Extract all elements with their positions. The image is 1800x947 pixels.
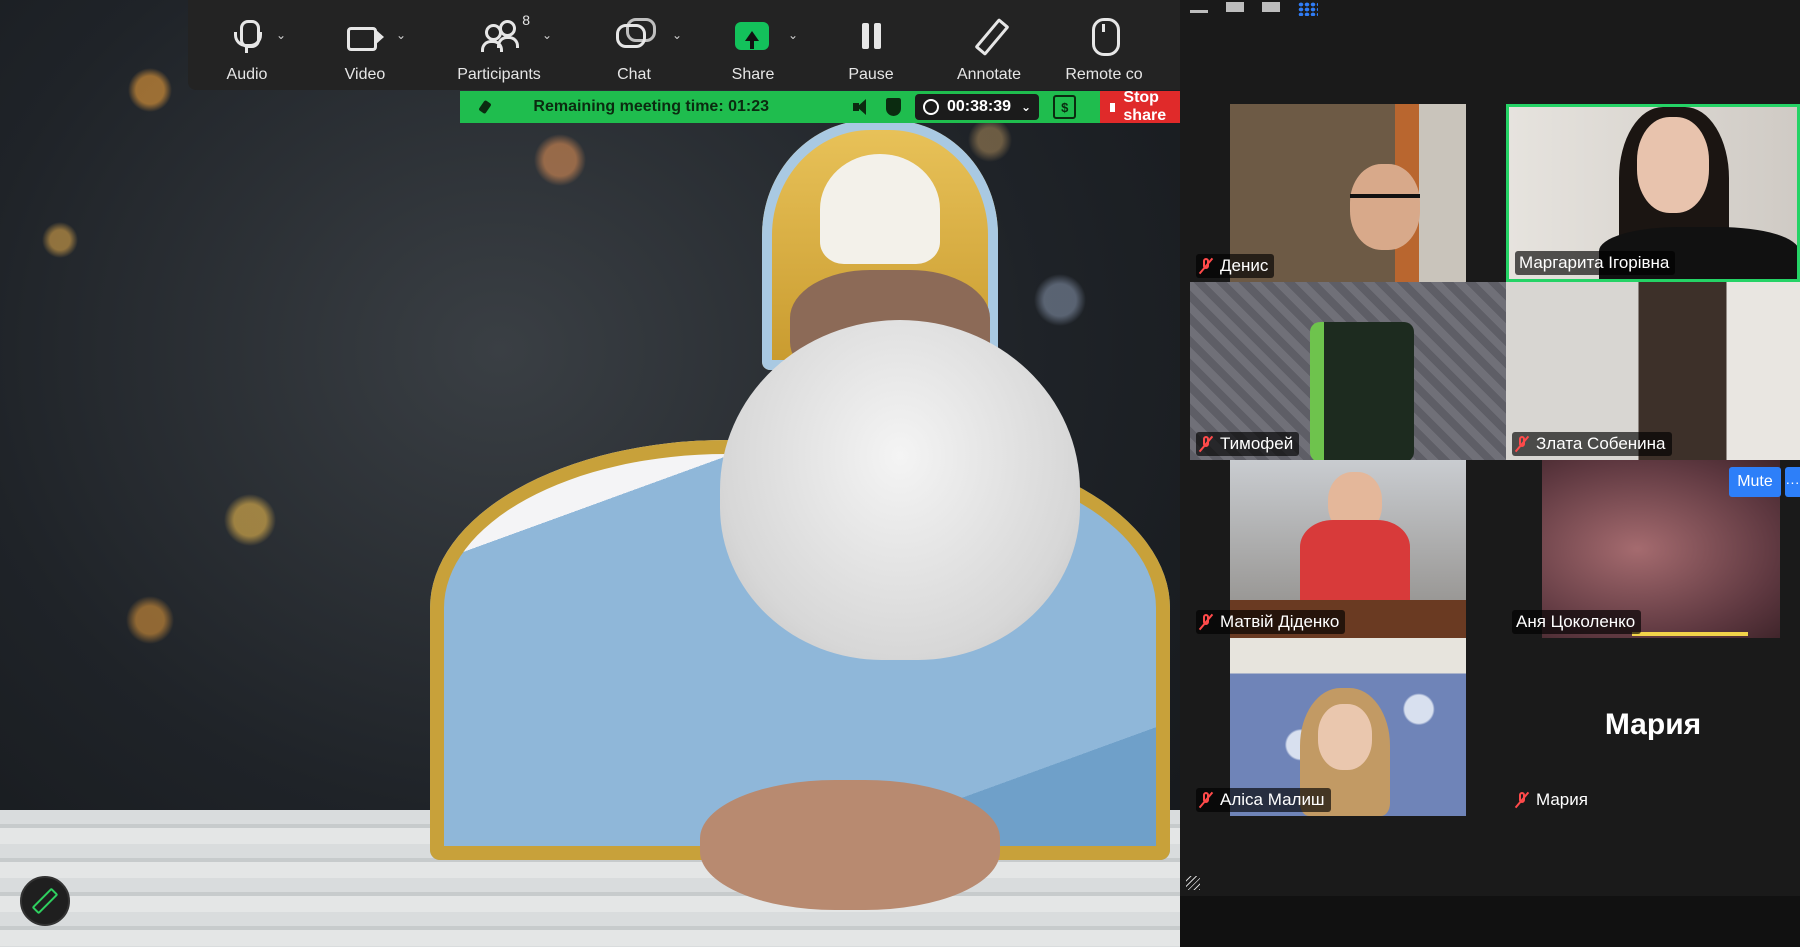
participants-count: 8 [522,12,530,28]
chat-icon [616,18,656,54]
pencil-icon [971,17,1010,57]
participant-name-label: Матвій Діденко [1196,610,1346,634]
participant-tile[interactable]: Тимофей [1190,282,1506,460]
gallery-grid-icon[interactable] [1298,2,1318,16]
dollar-icon[interactable]: $ [1053,95,1077,119]
participant-name-label: Тимофей [1196,432,1300,456]
list-view-icon[interactable] [1262,2,1280,12]
mouse-icon [1086,18,1122,56]
participants-icon [481,18,519,54]
muted-mic-icon [1200,258,1212,274]
pause-share-button[interactable]: Pause [812,0,930,90]
participant-tile[interactable]: Денис [1190,104,1506,282]
audio-label: Audio [226,66,268,83]
participant-name: Аня Цоколенко [1516,612,1636,631]
remaining-time-text: Remaining meeting time: 01:23 [533,98,770,115]
presenter-hands [700,780,1000,910]
share-label: Share [731,66,775,83]
participants-label: Participants [457,66,541,83]
presenter-beard [720,320,1080,660]
gallery-view-panel: Денис Маргарита Ігорівна Тимофей Злата С… [1180,0,1800,896]
muted-mic-icon [1200,792,1212,808]
participant-name-label: Злата Собенина [1512,432,1672,456]
stop-square-icon [1110,102,1116,112]
chat-button[interactable]: ⌄ Chat [574,0,694,90]
security-shield-icon[interactable] [885,98,901,116]
view-switcher [1190,2,1318,16]
participant-name: Денис [1220,256,1269,275]
video-button[interactable]: ⌄ Video [306,0,424,90]
share-button[interactable]: ⌄ Share [694,0,812,90]
stop-share-label: Stop share [1123,89,1167,124]
resize-handle[interactable] [1186,876,1200,890]
participant-tile[interactable]: Мария Мария [1506,638,1800,816]
audio-button[interactable]: ⌄ Audio [188,0,306,90]
participant-name-label: Маргарита Ігорівна [1515,251,1676,275]
camera-icon [347,18,384,54]
minimize-icon[interactable] [1190,10,1208,13]
muted-mic-icon [1516,436,1528,452]
participant-avatar-name: Мария [1604,708,1702,741]
mute-participant-button[interactable]: Mute [1729,467,1781,497]
pause-label: Pause [848,66,894,83]
participant-tile-active-speaker[interactable]: Маргарита Ігорівна [1506,104,1800,282]
chat-label: Chat [617,66,651,83]
muted-mic-icon [1516,792,1528,808]
single-view-icon[interactable] [1226,2,1244,12]
participant-name-label: Мария [1512,788,1594,812]
chevron-down-icon: ⌄ [1021,100,1032,114]
participant-name: Матвій Діденко [1220,612,1340,631]
meeting-status-banner: Remaining meeting time: 01:23 00:38:39 ⌄… [460,89,1180,124]
participants-button[interactable]: 8 ⌄ Participants [424,0,574,90]
clock-icon [922,99,939,115]
video-label: Video [344,66,386,83]
remote-control-button[interactable]: Remote co [1048,0,1160,90]
timer-value: 00:38:39 [946,98,1012,115]
participant-name: Злата Собенина [1536,434,1666,453]
participant-name-label: Аліса Малиш [1196,788,1331,812]
participant-name-label: Аня Цоколенко [1512,610,1642,634]
microphone-icon [229,18,265,54]
muted-mic-icon [1200,614,1212,630]
stop-share-button[interactable]: Stop share [1100,89,1180,124]
share-screen-icon [735,18,771,54]
video-options-chevron-icon[interactable]: ⌄ [396,28,406,42]
meeting-toolbar: ⌄ Audio ⌄ Video 8 ⌄ Participants ⌄ Chat … [188,0,1180,90]
audio-options-chevron-icon[interactable]: ⌄ [276,28,286,42]
muted-mic-icon [1200,436,1212,452]
participant-name-label: Денис [1196,254,1275,278]
speaking-indicator [1632,632,1748,636]
meeting-timer[interactable]: 00:38:39 ⌄ [914,94,1040,120]
floating-annotate-button[interactable] [20,876,70,926]
chat-options-chevron-icon[interactable]: ⌄ [672,28,682,42]
remote-control-label: Remote co [1065,66,1143,83]
participant-name: Маргарита Ігорівна [1519,253,1670,272]
more-options-button[interactable]: ··· [1785,467,1800,497]
speaker-icon[interactable] [852,98,871,116]
annotate-button[interactable]: Annotate [930,0,1048,90]
participant-tile[interactable]: Злата Собенина [1506,282,1800,460]
pause-icon [853,18,889,54]
participant-name: Мария [1536,790,1588,809]
annotate-label: Annotate [956,66,1022,83]
participant-tile[interactable]: Аліса Малиш [1190,638,1506,816]
participants-options-chevron-icon[interactable]: ⌄ [542,28,552,42]
pen-icon [31,887,59,915]
share-options-chevron-icon[interactable]: ⌄ [788,28,798,42]
feather-icon [478,99,493,115]
shared-screen-video [0,0,1180,947]
participant-tile[interactable]: Матвій Діденко [1190,460,1506,638]
participant-name: Аліса Малиш [1220,790,1325,809]
participant-name: Тимофей [1220,434,1294,453]
